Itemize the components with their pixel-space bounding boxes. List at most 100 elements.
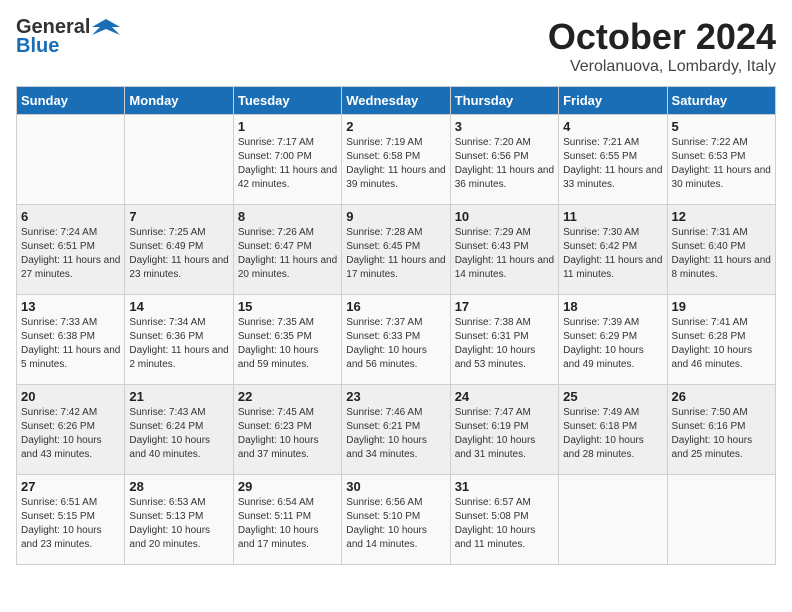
week-row-1: 6 Sunrise: 7:24 AM Sunset: 6:51 PM Daylig… bbox=[17, 205, 776, 295]
cell-content: Sunrise: 7:30 AM Sunset: 6:42 PM Dayligh… bbox=[563, 226, 662, 282]
calendar-cell: 19 Sunrise: 7:41 AM Sunset: 6:28 PM Dayli… bbox=[667, 295, 775, 385]
day-number: 19 bbox=[672, 299, 771, 314]
day-number: 21 bbox=[129, 389, 228, 404]
calendar-cell: 28 Sunrise: 6:53 AM Sunset: 5:13 PM Dayli… bbox=[125, 475, 233, 565]
calendar-cell: 21 Sunrise: 7:43 AM Sunset: 6:24 PM Dayli… bbox=[125, 385, 233, 475]
cell-content: Sunrise: 7:31 AM Sunset: 6:40 PM Dayligh… bbox=[672, 226, 771, 282]
day-number: 7 bbox=[129, 209, 228, 224]
calendar-cell: 20 Sunrise: 7:42 AM Sunset: 6:26 PM Dayli… bbox=[17, 385, 125, 475]
cell-content: Sunrise: 7:50 AM Sunset: 6:16 PM Dayligh… bbox=[672, 406, 771, 462]
calendar-cell: 2Sunrise: 7:19 AM Sunset: 6:58 PM Daylig… bbox=[342, 115, 450, 205]
calendar-cell: 12Sunrise: 7:31 AM Sunset: 6:40 PM Dayli… bbox=[667, 205, 775, 295]
calendar-cell: 27 Sunrise: 6:51 AM Sunset: 5:15 PM Dayli… bbox=[17, 475, 125, 565]
location-title: Verolanuova, Lombardy, Italy bbox=[548, 58, 776, 76]
cell-content: Sunrise: 7:28 AM Sunset: 6:45 PM Dayligh… bbox=[346, 226, 445, 282]
cell-content: Sunrise: 7:47 AM Sunset: 6:19 PM Dayligh… bbox=[455, 406, 554, 462]
cell-content: Sunrise: 6:54 AM Sunset: 5:11 PM Dayligh… bbox=[238, 496, 337, 552]
cell-content: Sunrise: 7:34 AM Sunset: 6:36 PM Dayligh… bbox=[129, 316, 228, 372]
calendar-cell: 26 Sunrise: 7:50 AM Sunset: 6:16 PM Dayli… bbox=[667, 385, 775, 475]
header-cell-monday: Monday bbox=[125, 87, 233, 115]
day-number: 8 bbox=[238, 209, 337, 224]
cell-content: Sunrise: 7:19 AM Sunset: 6:58 PM Dayligh… bbox=[346, 136, 445, 192]
cell-content: Sunrise: 7:41 AM Sunset: 6:28 PM Dayligh… bbox=[672, 316, 771, 372]
header-row: SundayMondayTuesdayWednesdayThursdayFrid… bbox=[17, 87, 776, 115]
logo-blue-text: Blue bbox=[16, 35, 59, 58]
week-row-4: 27 Sunrise: 6:51 AM Sunset: 5:15 PM Dayli… bbox=[17, 475, 776, 565]
day-number: 24 bbox=[455, 389, 554, 404]
cell-content: Sunrise: 7:35 AM Sunset: 6:35 PM Dayligh… bbox=[238, 316, 337, 372]
day-number: 15 bbox=[238, 299, 337, 314]
cell-content: Sunrise: 7:46 AM Sunset: 6:21 PM Dayligh… bbox=[346, 406, 445, 462]
cell-content: Sunrise: 7:42 AM Sunset: 6:26 PM Dayligh… bbox=[21, 406, 120, 462]
calendar-cell: 25Sunrise: 7:49 AM Sunset: 6:18 PM Dayli… bbox=[559, 385, 667, 475]
cell-content: Sunrise: 7:24 AM Sunset: 6:51 PM Dayligh… bbox=[21, 226, 120, 282]
calendar-cell: 11Sunrise: 7:30 AM Sunset: 6:42 PM Dayli… bbox=[559, 205, 667, 295]
day-number: 31 bbox=[455, 479, 554, 494]
calendar-cell: 5 Sunrise: 7:22 AM Sunset: 6:53 PM Daylig… bbox=[667, 115, 775, 205]
day-number: 30 bbox=[346, 479, 445, 494]
day-number: 20 bbox=[21, 389, 120, 404]
cell-content: Sunrise: 7:17 AM Sunset: 7:00 PM Dayligh… bbox=[238, 136, 337, 192]
calendar-cell: 24 Sunrise: 7:47 AM Sunset: 6:19 PM Dayli… bbox=[450, 385, 558, 475]
day-number: 29 bbox=[238, 479, 337, 494]
header-cell-wednesday: Wednesday bbox=[342, 87, 450, 115]
cell-content: Sunrise: 7:22 AM Sunset: 6:53 PM Dayligh… bbox=[672, 136, 771, 192]
calendar-cell: 16Sunrise: 7:37 AM Sunset: 6:33 PM Dayli… bbox=[342, 295, 450, 385]
header-cell-saturday: Saturday bbox=[667, 87, 775, 115]
day-number: 23 bbox=[346, 389, 445, 404]
cell-content: Sunrise: 7:37 AM Sunset: 6:33 PM Dayligh… bbox=[346, 316, 445, 372]
cell-content: Sunrise: 7:21 AM Sunset: 6:55 PM Dayligh… bbox=[563, 136, 662, 192]
cell-content: Sunrise: 7:33 AM Sunset: 6:38 PM Dayligh… bbox=[21, 316, 120, 372]
cell-content: Sunrise: 7:20 AM Sunset: 6:56 PM Dayligh… bbox=[455, 136, 554, 192]
cell-content: Sunrise: 7:45 AM Sunset: 6:23 PM Dayligh… bbox=[238, 406, 337, 462]
week-row-3: 20 Sunrise: 7:42 AM Sunset: 6:26 PM Dayli… bbox=[17, 385, 776, 475]
calendar-cell: 6 Sunrise: 7:24 AM Sunset: 6:51 PM Daylig… bbox=[17, 205, 125, 295]
cell-content: Sunrise: 6:51 AM Sunset: 5:15 PM Dayligh… bbox=[21, 496, 120, 552]
calendar-cell: 23 Sunrise: 7:46 AM Sunset: 6:21 PM Dayli… bbox=[342, 385, 450, 475]
calendar-cell bbox=[17, 115, 125, 205]
week-row-0: 1 Sunrise: 7:17 AM Sunset: 7:00 PM Daylig… bbox=[17, 115, 776, 205]
calendar-cell: 30 Sunrise: 6:56 AM Sunset: 5:10 PM Dayli… bbox=[342, 475, 450, 565]
day-number: 27 bbox=[21, 479, 120, 494]
cell-content: Sunrise: 7:29 AM Sunset: 6:43 PM Dayligh… bbox=[455, 226, 554, 282]
day-number: 18 bbox=[563, 299, 662, 314]
cell-content: Sunrise: 6:53 AM Sunset: 5:13 PM Dayligh… bbox=[129, 496, 228, 552]
day-number: 26 bbox=[672, 389, 771, 404]
header: General Blue October 2024 Verolanuova, L… bbox=[16, 16, 776, 76]
calendar-cell: 7 Sunrise: 7:25 AM Sunset: 6:49 PM Daylig… bbox=[125, 205, 233, 295]
calendar-cell: 10Sunrise: 7:29 AM Sunset: 6:43 PM Dayli… bbox=[450, 205, 558, 295]
cell-content: Sunrise: 7:25 AM Sunset: 6:49 PM Dayligh… bbox=[129, 226, 228, 282]
calendar-cell: 17 Sunrise: 7:38 AM Sunset: 6:31 PM Dayli… bbox=[450, 295, 558, 385]
header-cell-tuesday: Tuesday bbox=[233, 87, 341, 115]
day-number: 14 bbox=[129, 299, 228, 314]
calendar-cell: 14 Sunrise: 7:34 AM Sunset: 6:36 PM Dayli… bbox=[125, 295, 233, 385]
title-area: October 2024 Verolanuova, Lombardy, Ital… bbox=[548, 16, 776, 76]
calendar-cell: 1 Sunrise: 7:17 AM Sunset: 7:00 PM Daylig… bbox=[233, 115, 341, 205]
logo: General Blue bbox=[16, 16, 120, 58]
calendar-cell bbox=[667, 475, 775, 565]
day-number: 1 bbox=[238, 119, 337, 134]
day-number: 4 bbox=[563, 119, 662, 134]
calendar-cell: 18 Sunrise: 7:39 AM Sunset: 6:29 PM Dayli… bbox=[559, 295, 667, 385]
day-number: 5 bbox=[672, 119, 771, 134]
day-number: 6 bbox=[21, 209, 120, 224]
cell-content: Sunrise: 7:49 AM Sunset: 6:18 PM Dayligh… bbox=[563, 406, 662, 462]
calendar-cell: 29 Sunrise: 6:54 AM Sunset: 5:11 PM Dayli… bbox=[233, 475, 341, 565]
calendar-cell bbox=[125, 115, 233, 205]
cell-content: Sunrise: 7:39 AM Sunset: 6:29 PM Dayligh… bbox=[563, 316, 662, 372]
day-number: 28 bbox=[129, 479, 228, 494]
day-number: 9 bbox=[346, 209, 445, 224]
cell-content: Sunrise: 7:38 AM Sunset: 6:31 PM Dayligh… bbox=[455, 316, 554, 372]
day-number: 17 bbox=[455, 299, 554, 314]
calendar-cell: 15 Sunrise: 7:35 AM Sunset: 6:35 PM Dayli… bbox=[233, 295, 341, 385]
header-cell-sunday: Sunday bbox=[17, 87, 125, 115]
day-number: 13 bbox=[21, 299, 120, 314]
calendar-cell: 8Sunrise: 7:26 AM Sunset: 6:47 PM Daylig… bbox=[233, 205, 341, 295]
day-number: 22 bbox=[238, 389, 337, 404]
month-title: October 2024 bbox=[548, 16, 776, 58]
calendar-cell: 22 Sunrise: 7:45 AM Sunset: 6:23 PM Dayli… bbox=[233, 385, 341, 475]
header-cell-thursday: Thursday bbox=[450, 87, 558, 115]
cell-content: Sunrise: 7:43 AM Sunset: 6:24 PM Dayligh… bbox=[129, 406, 228, 462]
cell-content: Sunrise: 6:56 AM Sunset: 5:10 PM Dayligh… bbox=[346, 496, 445, 552]
logo-bird-icon bbox=[92, 17, 120, 39]
